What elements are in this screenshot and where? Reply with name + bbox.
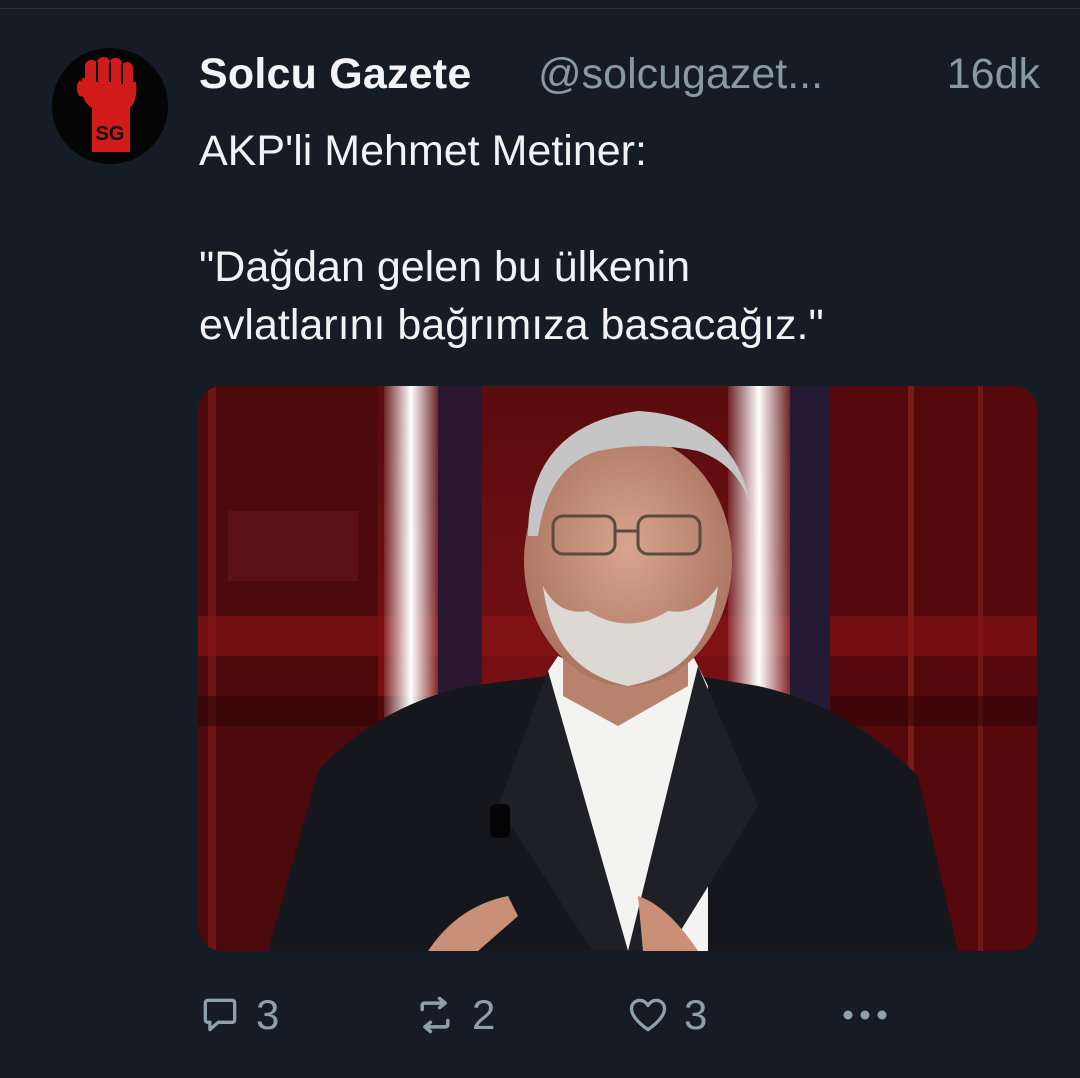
reply-icon — [203, 998, 237, 1032]
raised-fist-logo-icon: SG — [52, 48, 168, 164]
tweet-text: AKP'li Mehmet Metiner: "Dağdan gelen bu … — [199, 122, 1039, 354]
retweet-count: 2 — [472, 991, 496, 1038]
more-options-button[interactable] — [840, 985, 890, 1045]
tweet-text-line: AKP'li Mehmet Metiner: — [199, 127, 647, 175]
avatar-text: SG — [96, 123, 125, 145]
retweet-icon — [420, 996, 450, 1034]
tweet-text-line: evlatlarını bağrımıza basacağız." — [199, 301, 824, 349]
tweet-text-line — [199, 180, 1039, 238]
like-icon — [629, 998, 667, 1032]
tweet-text-line: "Dağdan gelen bu ülkenin — [199, 243, 691, 291]
author-name[interactable]: Solcu Gazete — [199, 50, 471, 99]
more-icon — [843, 1010, 887, 1020]
tweet[interactable]: SG Solcu Gazete @solcugazet... 16dk AKP'… — [0, 0, 1080, 1078]
tweet-header: Solcu Gazete @solcugazet... 16dk — [199, 50, 1040, 100]
retweet-button[interactable]: 2 — [412, 985, 495, 1045]
tweet-actions: 3 2 3 — [198, 985, 898, 1045]
tweet-media-photo[interactable] — [198, 386, 1037, 951]
media-illustration — [198, 386, 1037, 951]
tweet-time[interactable]: 16dk — [947, 50, 1040, 99]
reply-button[interactable]: 3 — [198, 985, 279, 1045]
author-handle[interactable]: @solcugazet... — [538, 50, 823, 99]
avatar[interactable]: SG — [52, 48, 168, 164]
reply-count: 3 — [256, 991, 280, 1038]
like-count: 3 — [684, 991, 708, 1038]
like-button[interactable]: 3 — [626, 985, 707, 1045]
